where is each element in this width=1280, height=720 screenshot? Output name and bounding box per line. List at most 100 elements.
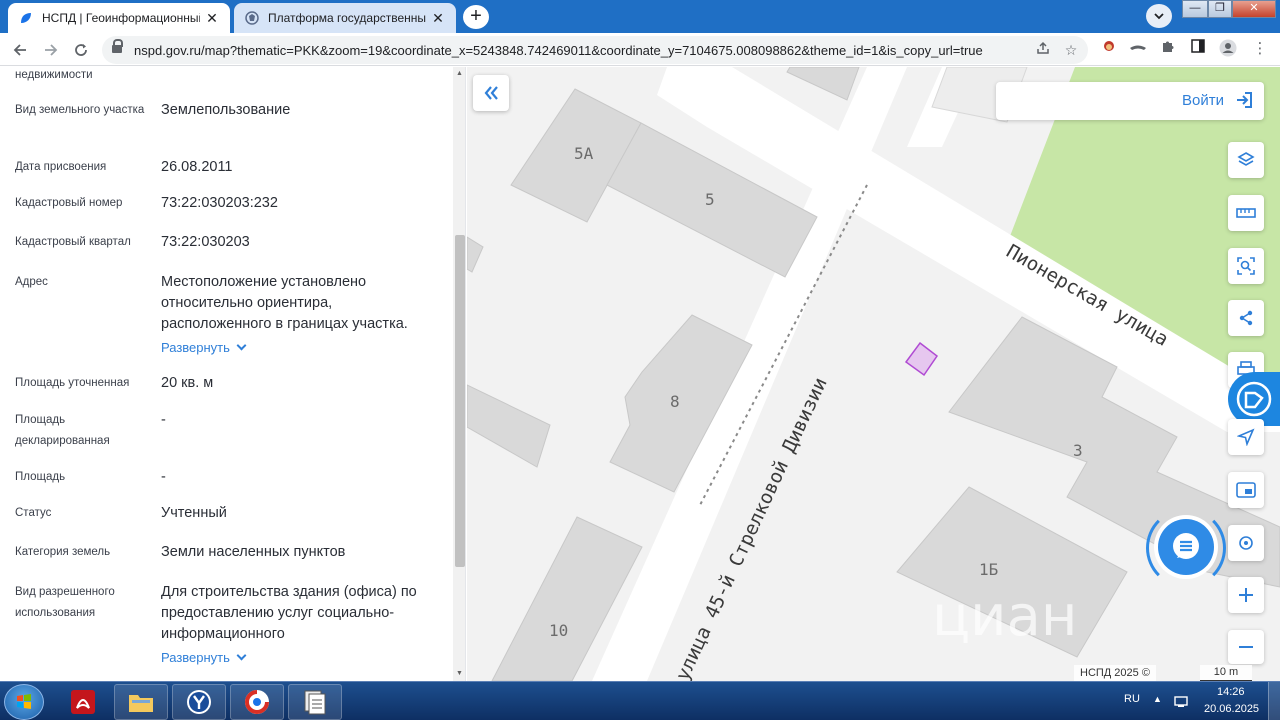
back-arrow-icon[interactable]	[9, 39, 31, 61]
bookmark-star-icon[interactable]: ☆	[1062, 41, 1080, 59]
zoom-out-button[interactable]	[1228, 630, 1264, 664]
plus-icon	[1239, 588, 1253, 602]
browser-tab-bar: НСПД | Геоинформационный п ✕ Платформа г…	[0, 0, 1280, 33]
chevron-down-icon	[236, 340, 247, 351]
scroll-down-arrow-icon[interactable]: ▼	[453, 667, 465, 681]
building-label: 8	[670, 392, 680, 411]
area-search-icon	[1237, 257, 1255, 275]
field-value: Местоположение установлено относительно …	[161, 274, 408, 332]
tab-title: Платформа государственных се	[268, 11, 426, 25]
taskbar-documents[interactable]	[288, 684, 342, 720]
building-left-mid	[467, 384, 551, 468]
side-panel-icon[interactable]	[1188, 39, 1208, 59]
browser-toolbar: nspd.gov.ru/map?thematic=PKK&zoom=19&coo…	[0, 33, 1280, 66]
login-icon	[1237, 92, 1252, 108]
windows-taskbar: RU ▲ 14:26 20.06.2025	[0, 681, 1280, 720]
tray-expand-icon[interactable]: ▲	[1153, 694, 1162, 704]
reload-icon[interactable]	[70, 39, 92, 61]
minus-icon	[1239, 646, 1253, 648]
profile-icon[interactable]	[1218, 39, 1238, 59]
extension-avatar-icon[interactable]	[1099, 39, 1119, 59]
extension-hat-icon[interactable]	[1128, 39, 1148, 59]
new-tab-button[interactable]: +	[463, 5, 489, 29]
selected-parcel[interactable]	[904, 341, 939, 377]
expand-label: Развернуть	[161, 340, 230, 355]
forward-arrow-icon[interactable]	[40, 39, 62, 61]
gosuslugi-helper-button[interactable]	[1228, 372, 1280, 426]
field-label: Статус	[15, 507, 52, 519]
start-button[interactable]	[4, 684, 44, 720]
field-value: -	[161, 469, 166, 485]
minimize-button[interactable]: —	[1182, 0, 1208, 18]
expand-permitted-use-link[interactable]: Развернуть	[161, 650, 247, 665]
tab-close-icon[interactable]: ✕	[204, 10, 220, 27]
building-label: 5	[705, 190, 715, 209]
field-value: -	[161, 412, 166, 428]
minimap-icon	[1236, 482, 1256, 498]
map-attribution[interactable]: НСПД 2025 ©	[1074, 665, 1156, 681]
share-icon[interactable]	[1034, 41, 1052, 59]
taskbar-chrome[interactable]	[230, 684, 284, 720]
url-text: nspd.gov.ru/map?thematic=PKK&zoom=19&coo…	[134, 43, 983, 58]
tab-close-icon[interactable]: ✕	[430, 10, 446, 27]
tab-search-button[interactable]	[1146, 4, 1172, 28]
building-label: 1Б	[979, 560, 998, 579]
nspd-favicon-icon	[18, 10, 34, 26]
clock-time[interactable]: 14:26	[1217, 686, 1245, 698]
chat-button[interactable]	[1158, 519, 1214, 575]
screen: НСПД | Геоинформационный п ✕ Платформа г…	[0, 0, 1280, 720]
yandex-browser-icon	[187, 690, 211, 714]
close-window-button[interactable]: ✕	[1232, 0, 1276, 18]
layers-button[interactable]	[1228, 142, 1264, 178]
login-button[interactable]: Войти	[996, 82, 1264, 120]
field-label: Площадь	[15, 471, 66, 483]
maximize-button[interactable]: ❐	[1208, 0, 1232, 18]
tab-gosuslugi[interactable]: Платформа государственных се ✕	[234, 3, 456, 33]
taskbar-yandex-browser[interactable]	[172, 684, 226, 720]
field-label: Вид земельного участка	[15, 104, 145, 116]
collapse-panel-button[interactable]	[473, 75, 509, 111]
pdf-reader-icon	[71, 690, 95, 714]
lock-icon	[112, 39, 123, 55]
area-search-button[interactable]	[1228, 248, 1264, 284]
expand-label: Развернуть	[161, 650, 230, 665]
windows-logo-icon	[17, 694, 31, 709]
watermark-text: циан	[932, 584, 1077, 649]
field-label: Дата присвоения	[15, 161, 107, 173]
extensions-puzzle-icon[interactable]	[1158, 39, 1178, 59]
field-value[interactable]: 73:22:030203	[161, 232, 446, 253]
geolocation-button[interactable]	[1228, 525, 1264, 561]
field-value[interactable]: 73:22:030203:232	[161, 193, 446, 214]
show-desktop-button[interactable]	[1268, 682, 1280, 720]
field-label: Площадь уточненная	[15, 377, 130, 389]
tab-nspd[interactable]: НСПД | Геоинформационный п ✕	[8, 3, 230, 33]
double-chevron-left-icon	[484, 86, 498, 100]
network-icon[interactable]	[1174, 694, 1188, 713]
address-bar[interactable]: nspd.gov.ru/map?thematic=PKK&zoom=19&coo…	[102, 36, 1088, 64]
map-canvas[interactable]: 5А 5 8 3 1Б 10 Пионерская улица улица 45…	[467, 67, 1280, 681]
expand-address-link[interactable]: Развернуть	[161, 340, 247, 355]
building-left-top	[467, 236, 484, 273]
emblem-favicon-icon	[244, 10, 260, 26]
panel-scrollbar-thumb[interactable]	[455, 235, 465, 567]
share-button[interactable]	[1228, 300, 1264, 336]
zoom-in-button[interactable]	[1228, 577, 1264, 613]
clock-date[interactable]: 20.06.2025	[1204, 703, 1259, 715]
measure-button[interactable]	[1228, 195, 1264, 231]
taskbar-pdf-reader[interactable]	[56, 684, 110, 720]
basemap-button[interactable]	[1228, 472, 1264, 508]
language-indicator[interactable]: RU	[1124, 693, 1140, 705]
field-label: Адрес	[15, 276, 48, 288]
field-value: Учтенный	[161, 505, 227, 521]
documents-icon	[304, 690, 326, 715]
share-icon	[1239, 310, 1253, 326]
map-scale: 10 m	[1200, 665, 1252, 681]
field-label: Кадастровый квартал	[15, 236, 131, 248]
taskbar-explorer[interactable]	[114, 684, 168, 720]
field-label: Категория земель	[15, 546, 111, 558]
scroll-up-arrow-icon[interactable]: ▲	[453, 67, 465, 81]
map-view[interactable]: 5А 5 8 3 1Б 10 Пионерская улица улица 45…	[467, 67, 1280, 681]
navigate-button[interactable]	[1228, 419, 1264, 455]
ruler-icon	[1236, 208, 1256, 218]
browser-menu-icon[interactable]: ⋮	[1250, 39, 1270, 59]
